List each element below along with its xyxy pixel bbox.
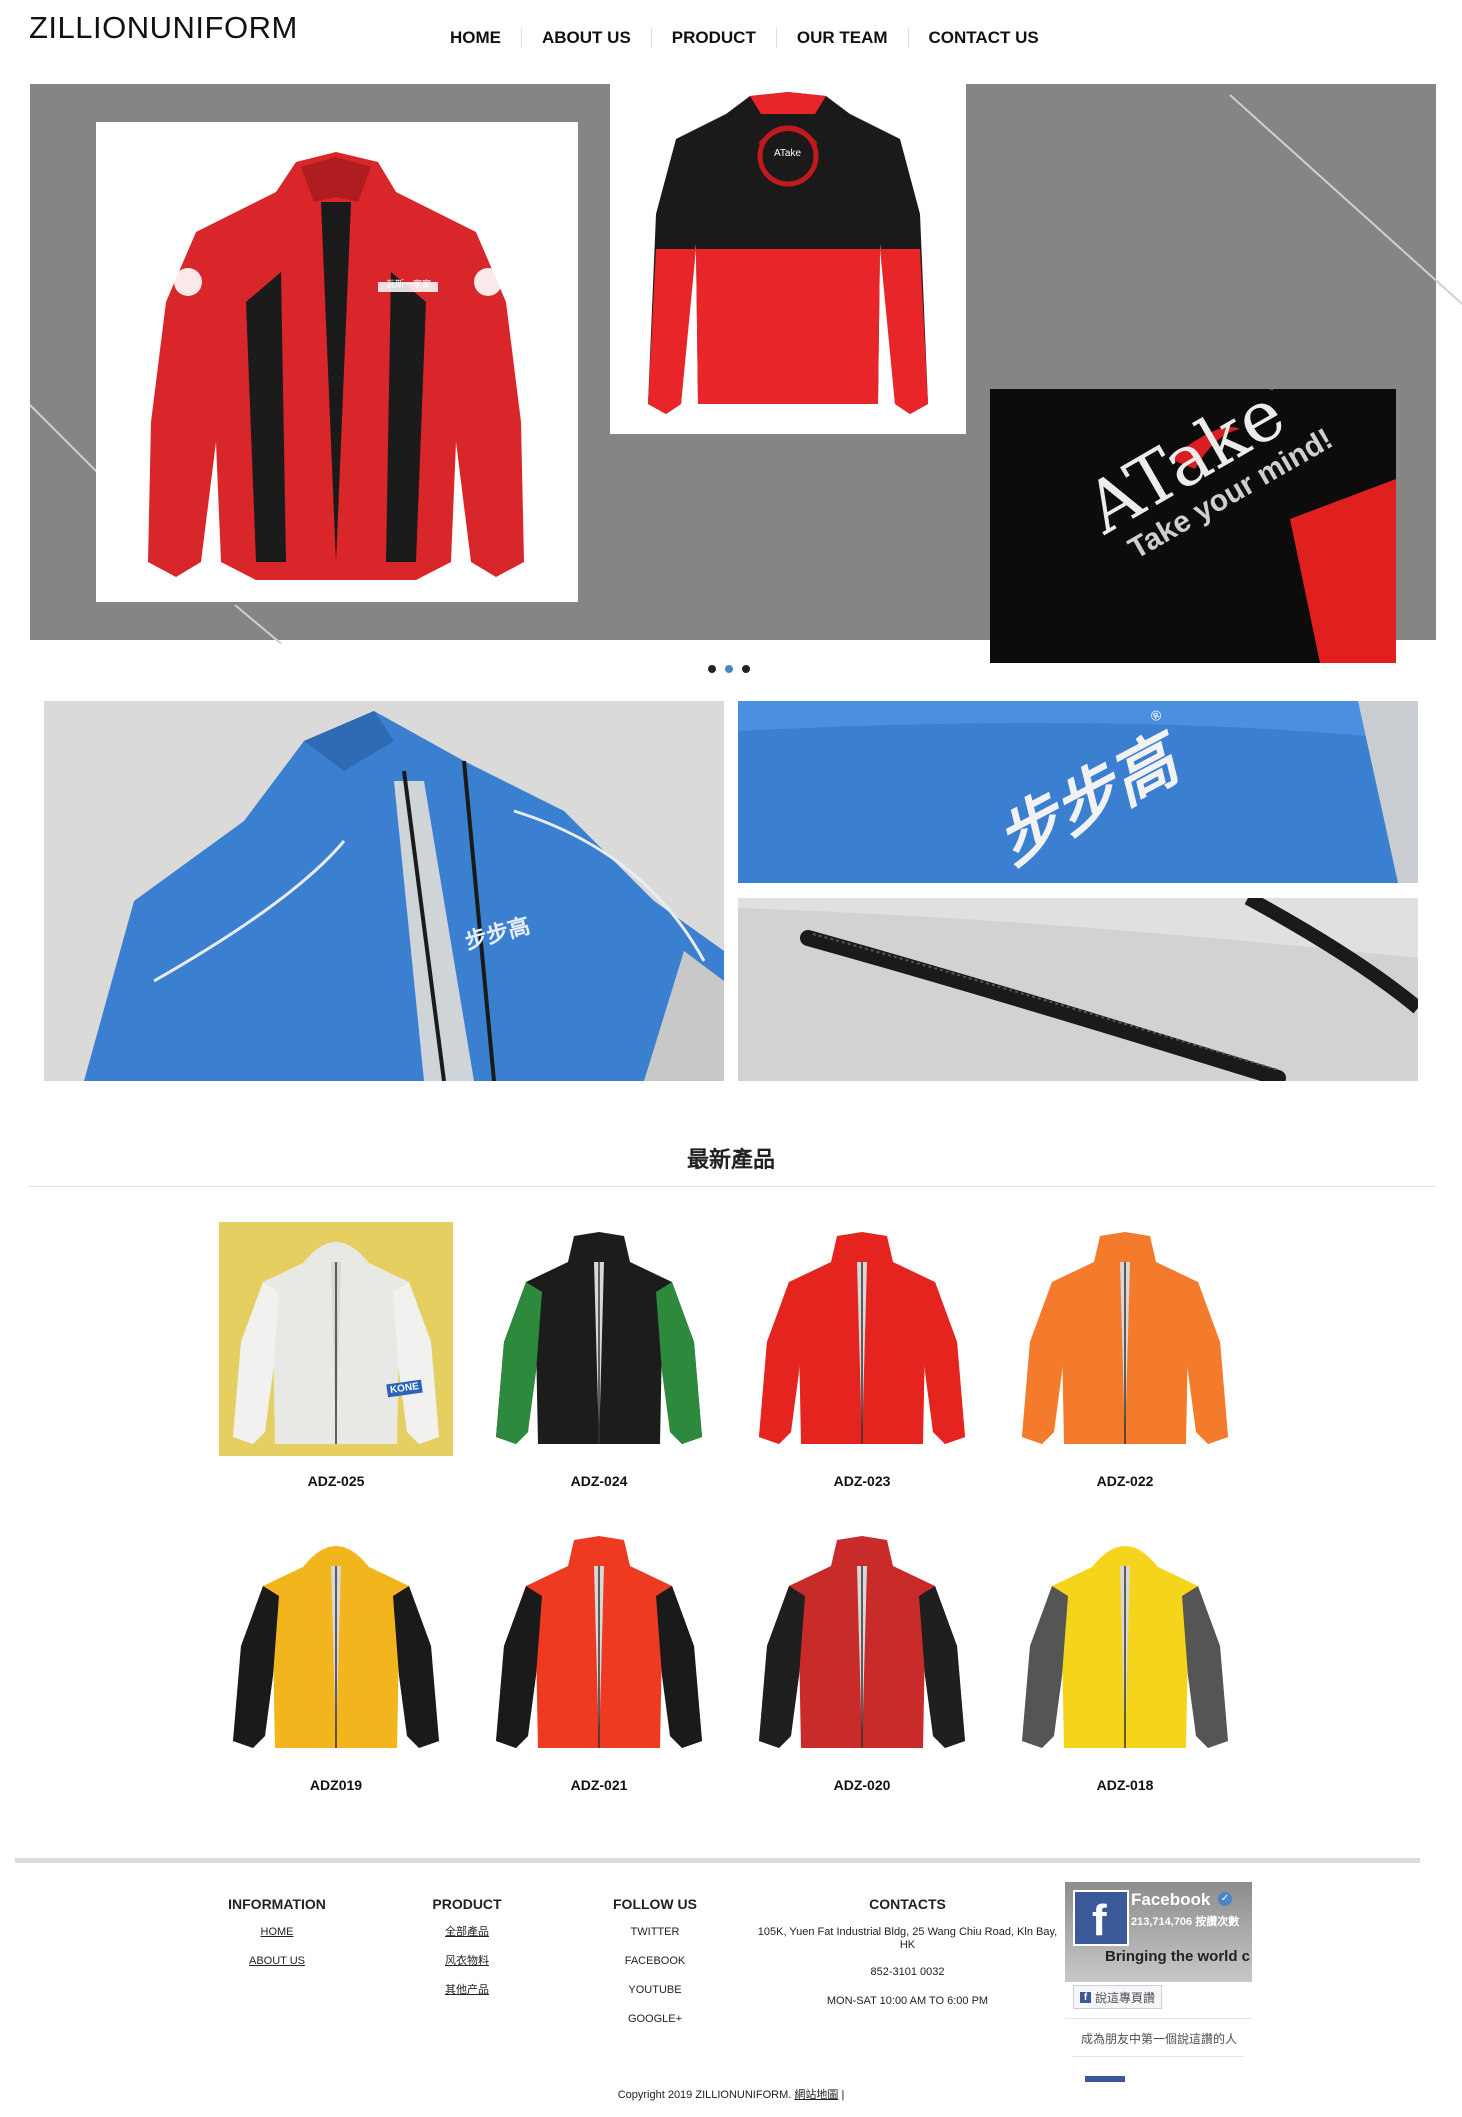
facebook-small-icon: f bbox=[1080, 1991, 1091, 2003]
copyright-text: Copyright 2019 ZILLIONUNIFORM. bbox=[617, 2089, 792, 2101]
facebook-logo-icon: f bbox=[1073, 1890, 1129, 1946]
footer-link-facebook[interactable]: FACEBOOK bbox=[595, 1955, 715, 1968]
nav-our-team[interactable]: OUR TEAM bbox=[775, 28, 908, 48]
product-image[interactable] bbox=[1008, 1222, 1242, 1456]
hero-card1-text: 瓦斯一家家 bbox=[386, 279, 432, 289]
product-image[interactable] bbox=[745, 1526, 979, 1760]
footer-link-all-products[interactable]: 全部產品 bbox=[407, 1926, 527, 1939]
facebook-divider bbox=[1073, 2056, 1244, 2057]
hero-card2-text: ATake bbox=[774, 148, 802, 159]
footer-hours: MON-SAT 10:00 AM TO 6:00 PM bbox=[826, 1995, 989, 2007]
nav-home[interactable]: HOME bbox=[430, 28, 521, 48]
slider-dot-1[interactable] bbox=[708, 665, 716, 673]
product-code[interactable]: ADZ-022 bbox=[1008, 1473, 1242, 1489]
product-image[interactable] bbox=[219, 1526, 453, 1760]
product-card[interactable]: ADZ019 bbox=[219, 1526, 453, 1793]
footer-product-title: PRODUCT bbox=[432, 1896, 502, 1912]
footer-address: 105K, Yuen Fat Industrial Bldg, 25 Wang … bbox=[757, 1926, 1058, 1951]
footer-divider bbox=[15, 1858, 1420, 1863]
latest-products-title: 最新產品 bbox=[686, 1147, 775, 1172]
facebook-friends-text: 成為朋友中第一個說這讚的人 bbox=[1081, 2032, 1238, 2046]
section-divider bbox=[29, 1186, 1435, 1187]
product-card[interactable]: ADZ-023 bbox=[745, 1222, 979, 1489]
nav-product[interactable]: PRODUCT bbox=[650, 28, 776, 48]
footer-follow-title: FOLLOW US bbox=[613, 1896, 697, 1912]
facebook-like-button[interactable]: f 說這專頁讚 bbox=[1073, 1985, 1163, 2009]
product-code[interactable]: ADZ-018 bbox=[1008, 1777, 1242, 1793]
hero-image-jacket-back: ATake bbox=[610, 84, 966, 434]
product-card[interactable]: ADZ-021 bbox=[482, 1526, 716, 1793]
nav-about-us[interactable]: ABOUT US bbox=[521, 28, 651, 48]
product-code[interactable]: ADZ-023 bbox=[745, 1473, 979, 1489]
facebook-verified-icon: ✓ bbox=[1218, 1892, 1232, 1906]
footer-follow-us: FOLLOW US TWITTER FACEBOOK YOUTUBE GOOGL… bbox=[595, 1896, 715, 2042]
product-image[interactable]: KONE bbox=[219, 1222, 453, 1456]
product-code[interactable]: ADZ-020 bbox=[745, 1777, 979, 1793]
decor-line bbox=[1229, 94, 1462, 317]
footer-link-home[interactable]: HOME bbox=[207, 1926, 347, 1939]
slider-dot-3[interactable] bbox=[742, 665, 750, 673]
sitemap-link[interactable]: 網站地圖 bbox=[794, 2089, 838, 2101]
hero-image-logo-closeup: ATake® Take your mind! bbox=[990, 389, 1396, 663]
footer-link-google-plus[interactable]: GOOGLE+ bbox=[595, 2013, 715, 2026]
footer-contacts: CONTACTS 105K, Yuen Fat Industrial Bldg,… bbox=[755, 1896, 1060, 2024]
footer-contacts-title: CONTACTS bbox=[869, 1896, 946, 1912]
footer-information-title: INFORMATION bbox=[228, 1896, 326, 1912]
product-image[interactable] bbox=[745, 1222, 979, 1456]
product-card[interactable]: ADZ-018 bbox=[1008, 1526, 1242, 1793]
main-nav: HOME ABOUT US PRODUCT OUR TEAM CONTACT U… bbox=[430, 28, 1059, 48]
nav-contact-us[interactable]: CONTACT US bbox=[907, 28, 1059, 48]
facebook-page-name[interactable]: Facebook bbox=[1131, 1890, 1210, 1910]
product-card[interactable]: ADZ-022 bbox=[1008, 1222, 1242, 1489]
product-code[interactable]: ADZ-021 bbox=[482, 1777, 716, 1793]
gallery-logo-closeup: 步步高® bbox=[738, 701, 1418, 883]
footer-phone: 852-3101 0032 bbox=[870, 1966, 945, 1978]
footer-link-about-us[interactable]: ABOUT US bbox=[207, 1955, 347, 1968]
slider-dot-2[interactable] bbox=[725, 665, 733, 673]
hero-slider[interactable]: 瓦斯一家家 ATake ATake® Take your mind! bbox=[29, 84, 1462, 663]
footer-link-twitter[interactable]: TWITTER bbox=[595, 1926, 715, 1939]
product-image[interactable] bbox=[1008, 1526, 1242, 1760]
product-code[interactable]: ADZ-024 bbox=[482, 1473, 716, 1489]
footer-link-youtube[interactable]: YOUTUBE bbox=[595, 1984, 715, 1997]
site-logo[interactable]: ZILLIONUNIFORM bbox=[29, 10, 298, 46]
slider-dots bbox=[708, 665, 750, 673]
footer-information: INFORMATION HOME ABOUT US bbox=[207, 1896, 347, 1984]
gallery-zipper-closeup bbox=[738, 898, 1418, 1081]
gallery-blue-jacket: 步步高 bbox=[44, 701, 724, 1081]
facebook-divider bbox=[1065, 2018, 1252, 2019]
product-card[interactable]: ADZ-020 bbox=[745, 1526, 979, 1793]
facebook-likes-count: 213,714,706 按讚次數 bbox=[1131, 1916, 1240, 1928]
facebook-tagline: Bringing the world c bbox=[1105, 1948, 1250, 1965]
decor-line bbox=[234, 604, 282, 645]
footer-link-windbreaker-materials[interactable]: 风衣物料 bbox=[407, 1955, 527, 1968]
copyright-bar: Copyright 2019 ZILLIONUNIFORM. 網站地圖 | bbox=[0, 2086, 1462, 2102]
product-image[interactable] bbox=[482, 1222, 716, 1456]
footer-product: PRODUCT 全部產品 风衣物料 其他产品 bbox=[407, 1896, 527, 2013]
facebook-post-thumb bbox=[1085, 2076, 1125, 2082]
facebook-like-label: 說這專頁讚 bbox=[1095, 1990, 1156, 2005]
copyright-separator: | bbox=[841, 2089, 845, 2101]
hero-image-red-jacket: 瓦斯一家家 bbox=[96, 122, 578, 602]
product-card[interactable]: KONE ADZ-025 bbox=[219, 1222, 453, 1489]
product-code[interactable]: ADZ019 bbox=[219, 1777, 453, 1793]
product-code[interactable]: ADZ-025 bbox=[219, 1473, 453, 1489]
facebook-page-widget[interactable]: f Facebook ✓ 213,714,706 按讚次數 Bringing t… bbox=[1065, 1882, 1252, 2082]
footer-link-other-products[interactable]: 其他产品 bbox=[407, 1984, 527, 1997]
product-image[interactable] bbox=[482, 1526, 716, 1760]
product-card[interactable]: ADZ-024 bbox=[482, 1222, 716, 1489]
